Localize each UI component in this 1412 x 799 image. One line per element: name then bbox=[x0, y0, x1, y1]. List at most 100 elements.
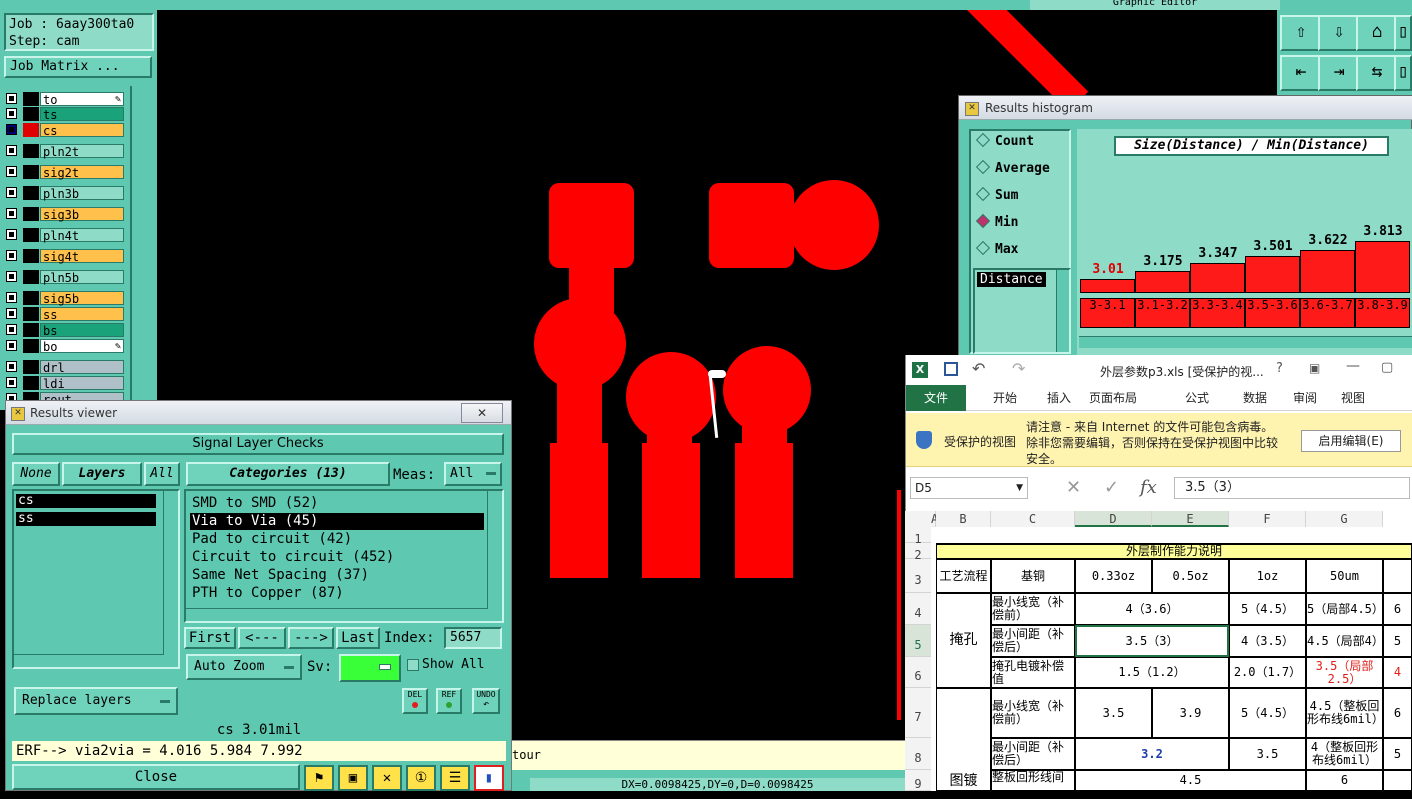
last-button[interactable]: Last bbox=[336, 627, 380, 649]
r7-d[interactable]: 3.5 bbox=[1075, 688, 1152, 738]
index-input[interactable]: 5657 bbox=[444, 627, 502, 649]
layer-row[interactable]: drl bbox=[6, 360, 124, 375]
viewer-layer-item[interactable]: ss bbox=[16, 512, 156, 526]
all-layers-button[interactable]: All bbox=[144, 462, 180, 486]
confirm-formula-icon[interactable]: ✓ bbox=[1104, 477, 1119, 498]
r4-label[interactable]: 最小线宽（补偿前） bbox=[991, 593, 1075, 625]
prev-button[interactable]: <--- bbox=[238, 627, 286, 649]
r7-g[interactable]: 4.5（整板回形布线6mil） bbox=[1306, 688, 1383, 738]
undo-button[interactable]: UNDO ↶ bbox=[472, 688, 500, 714]
column-header[interactable]: D bbox=[1075, 511, 1152, 527]
viewer-title-bar[interactable]: ✕ Results viewer ✕ bbox=[6, 401, 511, 425]
row-header[interactable]: 7 bbox=[905, 688, 931, 738]
row-header[interactable]: 6 bbox=[905, 657, 931, 688]
none-button[interactable]: None bbox=[12, 462, 60, 486]
layer-checkbox[interactable] bbox=[6, 271, 17, 282]
show-all-checkbox[interactable] bbox=[407, 659, 419, 671]
category-item[interactable]: SMD to SMD (52) bbox=[190, 495, 484, 512]
import-down-icon[interactable]: ⇩ bbox=[1318, 15, 1360, 51]
header-50um[interactable]: 50um bbox=[1306, 559, 1383, 593]
r6-d[interactable]: 1.5（1.2） bbox=[1075, 657, 1229, 688]
r6-g[interactable]: 3.5（局部2.5） bbox=[1306, 657, 1383, 688]
name-box[interactable]: D5 ▼ bbox=[910, 477, 1028, 499]
r5-h[interactable]: 5 bbox=[1383, 625, 1412, 657]
layer-row[interactable]: sig5b bbox=[6, 291, 124, 306]
replace-layers-dropdown[interactable]: Replace layers bbox=[14, 687, 178, 715]
layer-checkbox[interactable] bbox=[6, 124, 17, 135]
row-header[interactable]: 4 bbox=[905, 593, 931, 625]
move-right-icon[interactable]: ⇥ bbox=[1318, 55, 1360, 91]
layer-row[interactable]: ts bbox=[6, 107, 124, 122]
layer-row[interactable]: pln4t bbox=[6, 228, 124, 243]
layer-row[interactable]: sig4t bbox=[6, 249, 124, 264]
header-base[interactable]: 基铜 bbox=[991, 559, 1075, 593]
layer-checkbox[interactable] bbox=[6, 361, 17, 372]
layer-checkbox[interactable] bbox=[6, 292, 17, 303]
distance-item[interactable]: Distance bbox=[977, 272, 1046, 287]
r8-label[interactable]: 最小间距（补偿后） bbox=[991, 738, 1075, 770]
column-header[interactable]: B bbox=[936, 511, 991, 527]
column-header-corner[interactable] bbox=[905, 511, 931, 527]
layer-scroll-track[interactable] bbox=[130, 86, 152, 401]
undo-icon[interactable]: ↶ bbox=[972, 359, 985, 378]
row-header[interactable]: 9 bbox=[905, 770, 931, 791]
row-header[interactable]: 1 bbox=[905, 527, 931, 546]
layer-list-hscroll[interactable] bbox=[14, 654, 164, 667]
minimize-icon[interactable]: — bbox=[1346, 358, 1360, 374]
ribbon-tab[interactable]: 页面布局 bbox=[1086, 385, 1140, 411]
row-header[interactable]: 2 bbox=[905, 543, 931, 562]
category-item[interactable]: Same Net Spacing (37) bbox=[190, 567, 484, 584]
histogram-bar[interactable] bbox=[1135, 271, 1190, 293]
histogram-option-sum[interactable]: Sum bbox=[975, 186, 1018, 203]
category-vscroll[interactable] bbox=[487, 491, 502, 621]
column-header[interactable]: C bbox=[991, 511, 1075, 527]
layer-checkbox[interactable] bbox=[6, 108, 17, 119]
histogram-hscroll[interactable] bbox=[1079, 336, 1412, 348]
column-header[interactable]: G bbox=[1306, 511, 1383, 527]
r8-g[interactable]: 4（整板回形布线6mil） bbox=[1306, 738, 1383, 770]
viewer-layer-item[interactable]: cs bbox=[16, 494, 156, 508]
formula-input[interactable]: 3.5（3） bbox=[1174, 477, 1410, 499]
layer-checkbox[interactable] bbox=[6, 187, 17, 198]
r8-d[interactable]: 3.2 bbox=[1075, 738, 1229, 770]
ribbon-options-icon[interactable]: ▣ bbox=[1309, 361, 1320, 375]
column-header[interactable]: F bbox=[1229, 511, 1306, 527]
r5-label[interactable]: 最小间距（补偿后） bbox=[991, 625, 1075, 657]
ref-off-icon[interactable]: ✕ bbox=[372, 765, 402, 791]
extra-icon-1[interactable]: ▯ bbox=[1394, 15, 1412, 51]
meas-dropdown[interactable]: All bbox=[444, 462, 502, 486]
layer-checkbox[interactable] bbox=[6, 377, 17, 388]
distance-list-scrollbar[interactable] bbox=[1056, 270, 1069, 352]
header-extra[interactable] bbox=[1383, 559, 1412, 593]
layer-checkbox[interactable] bbox=[6, 308, 17, 319]
category-item[interactable]: Circuit to circuit (452) bbox=[190, 549, 484, 566]
column-header[interactable]: E bbox=[1152, 511, 1229, 527]
ribbon-tab[interactable]: 数据 bbox=[1228, 385, 1282, 411]
r9-d[interactable]: 4.5 bbox=[1075, 770, 1306, 791]
header-033oz[interactable]: 0.33oz bbox=[1075, 559, 1152, 593]
ribbon-tab[interactable]: 公式 bbox=[1170, 385, 1224, 411]
sheet-title[interactable]: 外层制作能力说明 bbox=[936, 543, 1412, 559]
layer-checkbox[interactable] bbox=[6, 229, 17, 240]
category-item[interactable]: Pad to circuit (42) bbox=[190, 531, 484, 548]
layer-checkbox[interactable] bbox=[6, 340, 17, 351]
r8-f[interactable]: 3.5 bbox=[1229, 738, 1306, 770]
layer-row[interactable]: bs bbox=[6, 323, 124, 338]
report-icon[interactable]: ☰ bbox=[440, 765, 470, 791]
r9-label[interactable]: 整板回形线间 bbox=[991, 770, 1075, 791]
categories-button[interactable]: Categories (13) bbox=[186, 462, 390, 486]
layer-checkbox[interactable] bbox=[6, 145, 17, 156]
r4-d[interactable]: 4（3.6） bbox=[1075, 593, 1229, 625]
ribbon-tab[interactable]: 开始 bbox=[978, 385, 1032, 411]
layer-row[interactable]: pln5b bbox=[6, 270, 124, 285]
r4-h[interactable]: 6 bbox=[1383, 593, 1412, 625]
layer-checkbox[interactable] bbox=[6, 208, 17, 219]
r4-g[interactable]: 5（局部4.5） bbox=[1306, 593, 1383, 625]
zoom-icon[interactable]: ▣ bbox=[338, 765, 368, 791]
cancel-formula-icon[interactable]: ✕ bbox=[1066, 477, 1081, 498]
r7-e[interactable]: 3.9 bbox=[1152, 688, 1229, 738]
r8-h[interactable]: 5 bbox=[1383, 738, 1412, 770]
header-1oz[interactable]: 1oz bbox=[1229, 559, 1306, 593]
r7-label[interactable]: 最小线宽（补偿前） bbox=[991, 688, 1075, 738]
r5-f[interactable]: 4（3.5） bbox=[1229, 625, 1306, 657]
